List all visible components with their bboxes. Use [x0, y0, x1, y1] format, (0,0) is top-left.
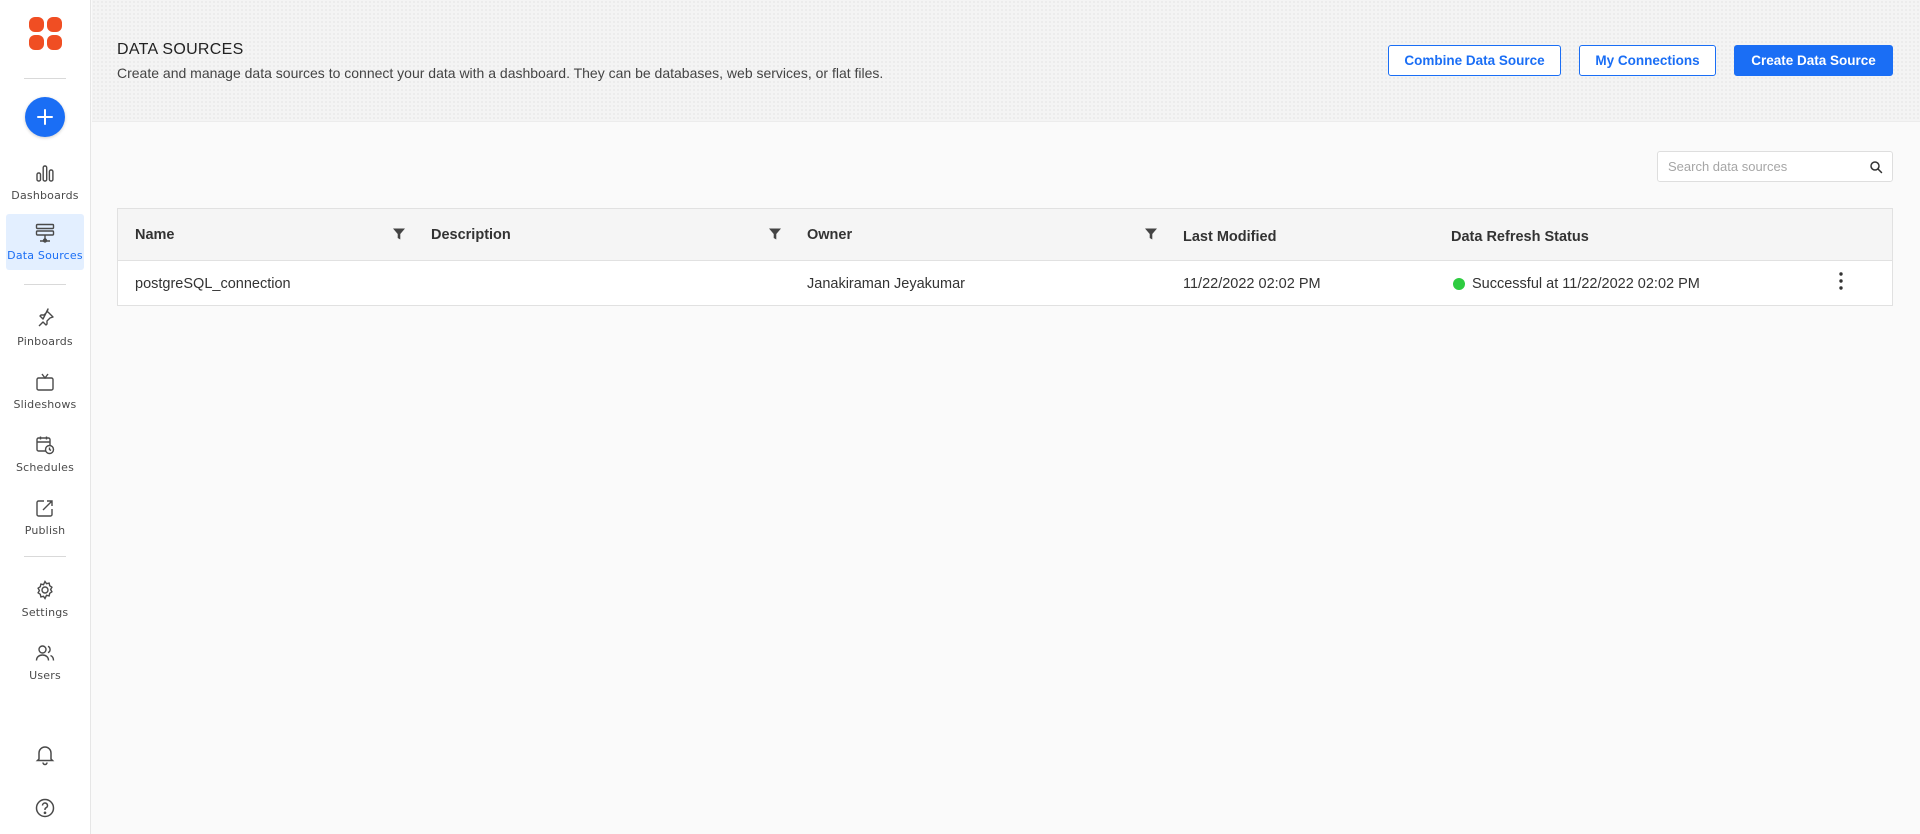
- sidebar-divider: [24, 284, 66, 285]
- search-box: [1657, 151, 1893, 182]
- table-header: Name Description Owner Last Modified Dat…: [118, 209, 1892, 261]
- calendar-clock-icon: [36, 436, 55, 455]
- filter-icon[interactable]: [392, 227, 406, 241]
- sidebar-item-settings[interactable]: Settings: [6, 571, 84, 627]
- my-connections-button[interactable]: My Connections: [1579, 45, 1716, 76]
- users-icon: [35, 645, 55, 661]
- sidebar: Dashboards Data Sources Pinboards Slides…: [0, 0, 91, 834]
- column-header-name[interactable]: Name: [135, 209, 175, 261]
- column-header-last-modified[interactable]: Last Modified: [1183, 211, 1276, 263]
- help-icon[interactable]: [33, 796, 57, 820]
- sidebar-item-label: Settings: [21, 606, 69, 619]
- sidebar-item-label: Dashboards: [11, 189, 79, 202]
- filter-icon[interactable]: [768, 227, 782, 241]
- status-success-dot: [1453, 277, 1465, 290]
- status-text: Successful at 11/22/2022 02:02 PM: [1472, 275, 1700, 292]
- data-sources-table: Name Description Owner Last Modified Dat…: [117, 208, 1893, 306]
- sidebar-item-users[interactable]: Users: [6, 634, 84, 690]
- sidebar-item-data-sources[interactable]: Data Sources: [6, 214, 84, 270]
- cell-refresh-status: Successful at 11/22/2022 02:02 PM: [1453, 261, 1700, 306]
- cell-name[interactable]: postgreSQL_connection: [135, 261, 291, 306]
- sidebar-divider: [24, 78, 66, 79]
- search-input[interactable]: [1658, 152, 1869, 181]
- page-subtitle: Create and manage data sources to connec…: [117, 65, 884, 81]
- sidebar-item-label: Slideshows: [13, 398, 77, 411]
- column-header-description[interactable]: Description: [431, 209, 511, 261]
- sidebar-item-slideshows[interactable]: Slideshows: [6, 363, 84, 419]
- search-icon[interactable]: [1869, 160, 1883, 174]
- bell-icon[interactable]: [33, 742, 57, 766]
- sidebar-divider: [24, 556, 66, 557]
- sidebar-item-publish[interactable]: Publish: [6, 489, 84, 545]
- bar-chart-icon: [36, 165, 54, 182]
- sidebar-item-dashboards[interactable]: Dashboards: [6, 154, 84, 210]
- tv-icon: [36, 373, 54, 391]
- sidebar-item-label: Publish: [24, 524, 66, 537]
- filter-icon[interactable]: [1144, 227, 1158, 241]
- create-data-source-button[interactable]: Create Data Source: [1734, 45, 1893, 76]
- combine-data-source-button[interactable]: Combine Data Source: [1388, 45, 1561, 76]
- sidebar-item-label: Schedules: [15, 461, 75, 474]
- cell-last-modified: 11/22/2022 02:02 PM: [1183, 275, 1321, 292]
- logo-icon[interactable]: [27, 15, 64, 52]
- sidebar-item-pinboards[interactable]: Pinboards: [6, 300, 84, 356]
- column-header-owner[interactable]: Owner: [807, 209, 852, 261]
- row-more-options-icon[interactable]: [1832, 270, 1850, 292]
- sidebar-item-label: Data Sources: [7, 249, 83, 262]
- sidebar-item-label: Pinboards: [17, 335, 73, 348]
- pin-icon: [38, 308, 54, 327]
- column-header-refresh-status[interactable]: Data Refresh Status: [1451, 211, 1589, 263]
- cell-owner: Janakiraman Jeyakumar: [807, 275, 965, 292]
- page-title: DATA SOURCES: [117, 41, 244, 58]
- table-row[interactable]: postgreSQL_connection Janakiraman Jeyaku…: [118, 261, 1892, 306]
- sidebar-item-schedules[interactable]: Schedules: [6, 426, 84, 482]
- sidebar-item-label: Users: [29, 669, 61, 682]
- create-new-button[interactable]: [25, 97, 65, 137]
- publish-icon: [36, 500, 53, 517]
- gear-icon: [37, 580, 53, 600]
- plus-icon: [37, 109, 53, 125]
- database-icon: [35, 223, 55, 243]
